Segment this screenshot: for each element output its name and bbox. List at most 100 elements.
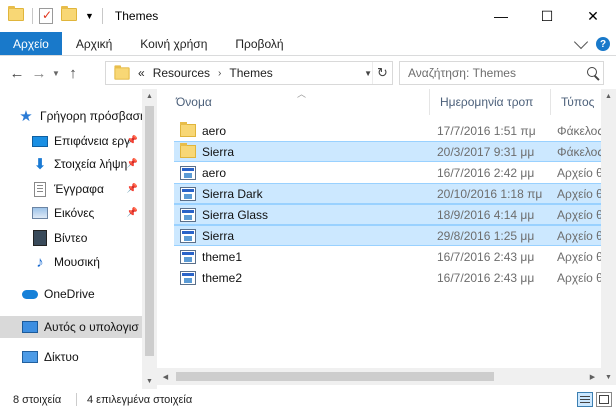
- theme-file-icon: [180, 207, 196, 222]
- sidebar-item-onedrive[interactable]: OneDrive: [0, 283, 142, 305]
- file-name: Sierra: [202, 228, 235, 243]
- scroll-up-icon[interactable]: ▲: [142, 89, 157, 104]
- theme-file-icon: [180, 270, 196, 285]
- quick-access-toolbar: ▼ Themes: [0, 0, 158, 32]
- column-header-date[interactable]: Ημερομηνία τροπ: [430, 89, 551, 115]
- maximize-button[interactable]: ☐: [524, 0, 570, 32]
- sidebar-item-label: Γρήγορη πρόσβαση: [40, 109, 142, 123]
- this-pc-icon: [22, 319, 38, 335]
- close-button[interactable]: ✕: [570, 0, 616, 32]
- status-divider: [76, 393, 77, 406]
- scroll-down-icon[interactable]: ▼: [142, 374, 157, 389]
- file-name-cell: theme1: [174, 249, 432, 264]
- sidebar-item-pictures[interactable]: Εικόνες 📌: [0, 202, 142, 224]
- table-row[interactable]: Sierra Dark 20/10/2016 1:18 πμ Αρχείο θέμ: [174, 183, 616, 204]
- scroll-down-icon[interactable]: ▼: [601, 370, 616, 385]
- horizontal-scrollbar[interactable]: ◀ ▶: [157, 368, 601, 385]
- file-name: theme2: [202, 270, 243, 285]
- table-row[interactable]: aero 17/7/2016 1:51 πμ Φάκελος α: [174, 120, 616, 141]
- new-folder-icon[interactable]: [61, 6, 77, 24]
- scrollbar-thumb[interactable]: [145, 106, 154, 356]
- title-bar: ▼ Themes — ☐ ✕: [0, 0, 616, 32]
- scroll-up-icon[interactable]: ▲: [601, 89, 616, 104]
- address-dropdown-icon[interactable]: ▼: [364, 62, 372, 84]
- file-date: 16/7/2016 2:43 μμ: [437, 249, 535, 264]
- large-icons-view-button[interactable]: [596, 392, 612, 407]
- navigation-bar: ← → ▼ ↑ « Resources › Themes ▼ ↻ Αναζήτη…: [0, 57, 616, 89]
- file-date: 17/7/2016 1:51 πμ: [437, 123, 536, 138]
- desktop-icon: [32, 133, 48, 149]
- file-name-cell: Sierra Glass: [174, 207, 432, 222]
- pin-icon[interactable]: 📌: [127, 207, 138, 218]
- back-arrow-icon[interactable]: ←: [6, 62, 28, 84]
- table-row[interactable]: Sierra Glass 18/9/2016 4:14 μμ Αρχείο θέμ: [174, 204, 616, 225]
- sidebar-scrollbar[interactable]: ▲ ▼: [142, 89, 157, 389]
- file-name: theme1: [202, 249, 243, 264]
- network-icon: [22, 349, 38, 365]
- sidebar-item-this-pc[interactable]: Αυτός ο υπολογισ: [0, 316, 142, 338]
- file-date: 20/3/2017 9:31 μμ: [437, 144, 535, 159]
- file-name-cell: aero: [174, 165, 432, 180]
- download-icon: ⬇: [33, 156, 47, 173]
- tab-home[interactable]: Αρχική: [62, 32, 126, 55]
- expand-ribbon-icon[interactable]: [573, 34, 589, 50]
- sidebar-item-label: Βίντεο: [54, 231, 88, 245]
- file-list-scrollbar[interactable]: ▲ ▼: [601, 89, 616, 385]
- customize-toolbar-icon[interactable]: ▼: [85, 11, 94, 21]
- video-icon: [32, 230, 48, 246]
- address-bar[interactable]: « Resources › Themes ▼ ↻: [105, 61, 393, 85]
- sidebar-item-music[interactable]: ♪ Μουσική: [0, 251, 142, 273]
- column-header-name[interactable]: Όνομα: [166, 89, 430, 115]
- sidebar-item-network[interactable]: Δίκτυο: [0, 346, 142, 368]
- tab-view[interactable]: Προβολή: [221, 32, 297, 55]
- breadcrumb-resources[interactable]: Resources: [153, 66, 210, 80]
- pictures-icon: [32, 205, 48, 221]
- tab-share[interactable]: Κοινή χρήση: [126, 32, 221, 55]
- scroll-right-icon[interactable]: ▶: [584, 368, 601, 385]
- table-row[interactable]: theme1 16/7/2016 2:43 μμ Αρχείο θέμ: [174, 246, 616, 267]
- sidebar-item-downloads[interactable]: ⬇ Στοιχεία λήψη 📌: [0, 153, 142, 175]
- music-icon: ♪: [36, 253, 44, 271]
- theme-file-icon: [180, 228, 196, 243]
- pin-icon[interactable]: 📌: [127, 158, 138, 169]
- column-headers: Όνομα Ημερομηνία τροπ Τύπος: [166, 89, 616, 115]
- table-row[interactable]: aero 16/7/2016 2:42 μμ Αρχείο θέμ: [174, 162, 616, 183]
- minimize-button[interactable]: —: [478, 0, 524, 32]
- pin-icon[interactable]: 📌: [127, 135, 138, 146]
- folder-icon: [8, 6, 24, 24]
- recent-locations-icon[interactable]: ▼: [50, 62, 62, 84]
- sidebar-item-videos[interactable]: Βίντεο: [0, 227, 142, 249]
- details-view-button[interactable]: [577, 392, 593, 407]
- toolbar-divider: [101, 8, 103, 24]
- file-date: 16/7/2016 2:42 μμ: [437, 165, 535, 180]
- theme-file-icon: [180, 249, 196, 264]
- breadcrumb-separator-icon[interactable]: ›: [218, 68, 221, 79]
- file-date: 16/7/2016 2:43 μμ: [437, 270, 535, 285]
- file-name: aero: [202, 165, 227, 180]
- sidebar-item-label: Μουσική: [54, 255, 100, 269]
- scroll-left-icon[interactable]: ◀: [157, 368, 174, 385]
- pin-icon[interactable]: 📌: [127, 183, 138, 194]
- sidebar-item-label: Έγγραφα: [54, 182, 104, 196]
- table-row[interactable]: Sierra 29/8/2016 1:25 μμ Αρχείο θέμ: [174, 225, 616, 246]
- sidebar-item-desktop[interactable]: Επιφάνεια εργ 📌: [0, 130, 142, 152]
- help-icon[interactable]: ?: [596, 37, 610, 51]
- breadcrumb-themes[interactable]: Themes: [229, 66, 272, 80]
- properties-icon[interactable]: [39, 8, 55, 24]
- refresh-icon[interactable]: ↻: [372, 62, 392, 84]
- table-row[interactable]: theme2 16/7/2016 2:43 μμ Αρχείο θέμ: [174, 267, 616, 288]
- file-list: ︿ Όνομα Ημερομηνία τροπ Τύπος aero 17/7/2…: [166, 89, 616, 389]
- up-arrow-icon[interactable]: ↑: [62, 62, 84, 84]
- sidebar-item-documents[interactable]: Έγγραφα 📌: [0, 178, 142, 200]
- tab-file[interactable]: Αρχείο: [0, 32, 62, 55]
- search-input[interactable]: Αναζήτηση: Themes: [399, 61, 604, 85]
- file-date: 20/10/2016 1:18 πμ: [437, 186, 543, 201]
- table-row[interactable]: Sierra 20/3/2017 9:31 μμ Φάκελος α: [174, 141, 616, 162]
- breadcrumb-overflow[interactable]: «: [138, 66, 145, 80]
- selection-count: 4 επιλεγμένα στοιχεία: [87, 393, 193, 406]
- folder-icon: [180, 143, 196, 158]
- scrollbar-thumb[interactable]: [176, 372, 494, 381]
- forward-arrow-icon[interactable]: →: [28, 62, 50, 84]
- file-name: Sierra Dark: [202, 186, 263, 201]
- sidebar-item-quick-access[interactable]: ★ Γρήγορη πρόσβαση: [0, 105, 142, 127]
